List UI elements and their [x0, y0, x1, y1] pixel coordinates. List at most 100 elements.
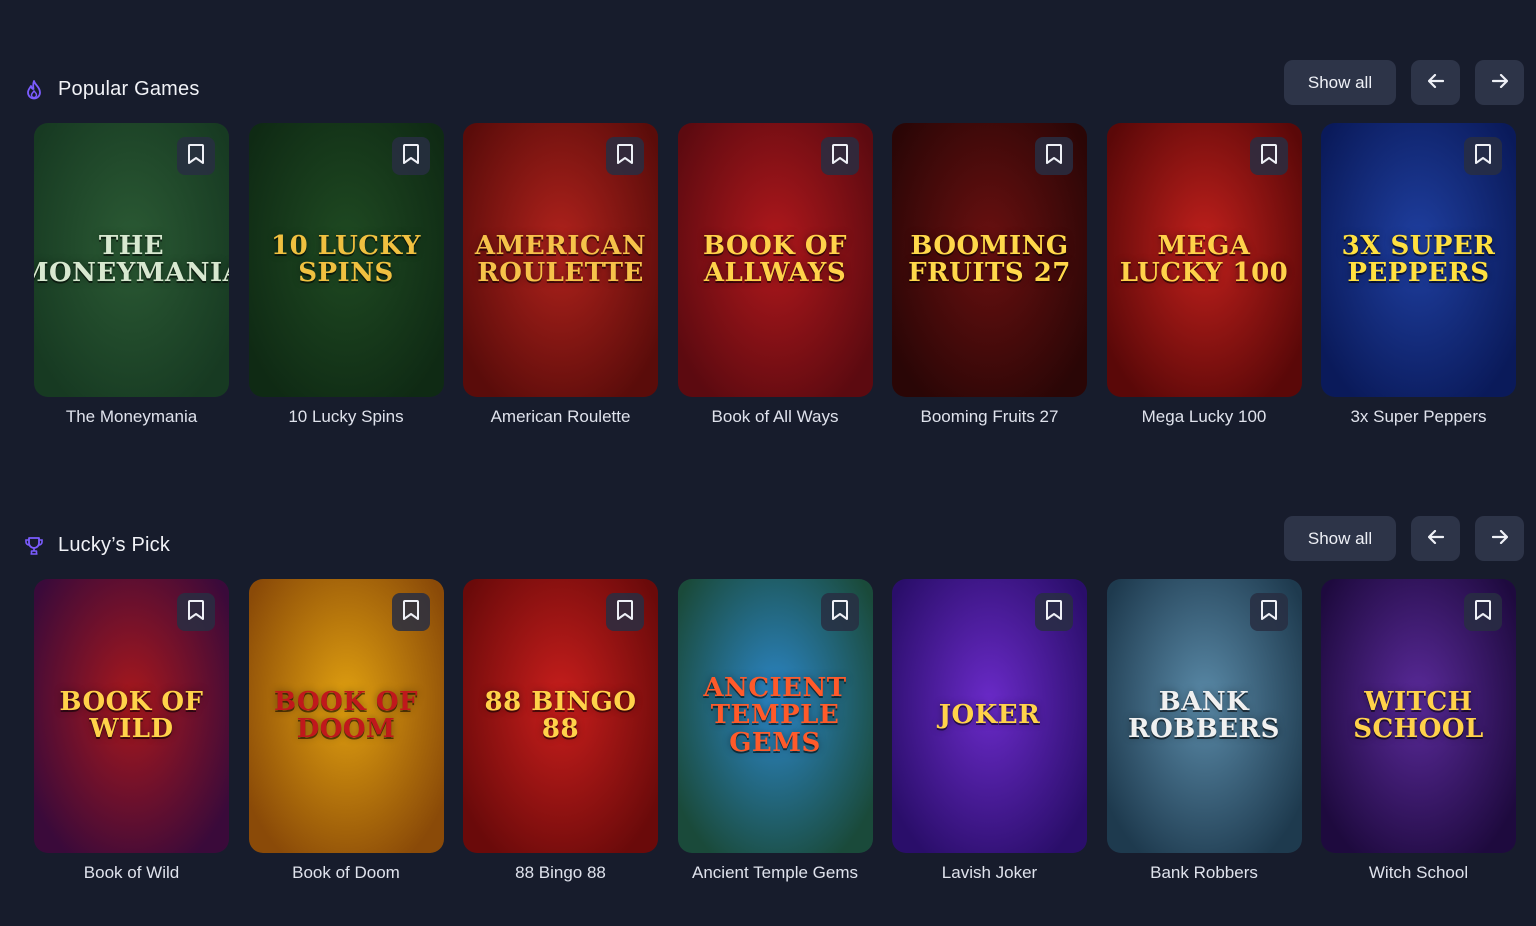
- section-header: Lucky’s Pick Show all: [0, 514, 1536, 562]
- game-card[interactable]: 10 LUCKY SPINS 10 Lucky Spins: [248, 123, 444, 427]
- game-thumbnail[interactable]: 3x SUPER PEPPERS: [1321, 123, 1516, 397]
- game-thumbnail[interactable]: 10 LUCKY SPINS: [248, 123, 444, 397]
- section-title: Lucky’s Pick: [58, 534, 171, 556]
- game-logo-text: BOOK OF WILD: [59, 686, 204, 744]
- game-thumbnail[interactable]: AMERICAN ROULETTE: [463, 123, 658, 397]
- games-row: BOOK OF WILD Book of Wild BOOK of DOOM Book…: [34, 579, 1516, 883]
- game-card[interactable]: JOKER Lavish Joker: [892, 579, 1087, 883]
- trophy-icon: [24, 536, 44, 556]
- game-logo-text: BOOK of ALLWAYS: [702, 230, 847, 288]
- bookmark-button[interactable]: [606, 593, 644, 631]
- show-all-button[interactable]: Show all: [1284, 516, 1396, 561]
- game-card[interactable]: BANK ROBBERS Bank Robbers: [1106, 579, 1302, 883]
- game-thumbnail[interactable]: BOOMING FRUITS 27: [892, 123, 1087, 397]
- bookmark-button[interactable]: [1249, 137, 1288, 175]
- game-logo-text: 88 BINGO 88: [484, 686, 637, 744]
- game-card[interactable]: BOOK OF WILD Book of Wild: [34, 579, 229, 883]
- show-all-button[interactable]: Show all: [1284, 60, 1396, 105]
- bookmark-button[interactable]: [1249, 593, 1288, 631]
- game-thumbnail[interactable]: BOOK of ALLWAYS: [677, 123, 873, 397]
- game-title[interactable]: 88 Bingo 88: [463, 863, 658, 883]
- game-logo-text: JOKER: [938, 700, 1041, 731]
- bookmark-icon: [830, 599, 850, 626]
- section-header: Popular Games Show all: [0, 58, 1536, 106]
- flame-icon: [24, 79, 44, 100]
- bookmark-button[interactable]: [820, 593, 859, 631]
- game-title[interactable]: American Roulette: [463, 407, 658, 427]
- game-card[interactable]: 88 BINGO 88 88 Bingo 88: [463, 579, 658, 883]
- bookmark-icon: [830, 143, 850, 170]
- game-logo-text: THE MONEYMANIA: [34, 230, 229, 288]
- bookmark-icon: [186, 599, 206, 626]
- game-thumbnail[interactable]: JOKER: [892, 579, 1087, 853]
- game-logo-text: BOOK of DOOM: [273, 686, 418, 744]
- game-logo-text: WITCH SCHOOL: [1353, 686, 1484, 744]
- game-title[interactable]: Lavish Joker: [892, 863, 1087, 883]
- game-thumbnail[interactable]: BOOK OF WILD: [34, 579, 229, 853]
- game-card[interactable]: WITCH SCHOOL Witch School: [1321, 579, 1516, 883]
- game-title[interactable]: Mega Lucky 100: [1107, 407, 1302, 427]
- game-logo-text: ANCIENT TEMPLE GEMS: [703, 673, 847, 758]
- game-card[interactable]: BOOK of ALLWAYS Book of All Ways: [677, 123, 873, 427]
- game-card[interactable]: THE MONEYMANIA The Moneymania: [34, 123, 229, 427]
- game-title[interactable]: The Moneymania: [34, 407, 229, 427]
- games-row: THE MONEYMANIA The Moneymania 10 LUCKY SPI…: [34, 123, 1516, 427]
- game-logo-text: BANK ROBBERS: [1128, 686, 1280, 744]
- bookmark-button[interactable]: [391, 137, 430, 175]
- bookmark-button[interactable]: [391, 593, 430, 631]
- game-card[interactable]: BOOK of DOOM Book of Doom: [248, 579, 444, 883]
- bookmark-button[interactable]: [606, 137, 644, 175]
- bookmark-button[interactable]: [1035, 593, 1073, 631]
- game-title[interactable]: 3x Super Peppers: [1321, 407, 1516, 427]
- game-thumbnail[interactable]: THE MONEYMANIA: [34, 123, 229, 397]
- game-thumbnail[interactable]: BOOK of DOOM: [248, 579, 444, 853]
- game-card[interactable]: BOOMING FRUITS 27 Booming Fruits 27: [892, 123, 1087, 427]
- section-title: Popular Games: [58, 78, 200, 100]
- bookmark-button[interactable]: [177, 593, 215, 631]
- bookmark-button[interactable]: [1464, 593, 1502, 631]
- bookmark-icon: [615, 599, 635, 626]
- game-card[interactable]: ANCIENT TEMPLE GEMS Ancient Temple Gems: [677, 579, 873, 883]
- game-title[interactable]: Booming Fruits 27: [892, 407, 1087, 427]
- bookmark-button[interactable]: [1035, 137, 1073, 175]
- bookmark-icon: [1259, 143, 1279, 170]
- arrow-right-icon: [1491, 73, 1508, 93]
- game-card[interactable]: 3x SUPER PEPPERS 3x Super Peppers: [1321, 123, 1516, 427]
- bookmark-icon: [1259, 599, 1279, 626]
- game-title[interactable]: Ancient Temple Gems: [678, 863, 873, 883]
- bookmark-button[interactable]: [1464, 137, 1502, 175]
- bookmark-icon: [1473, 143, 1493, 170]
- prev-button[interactable]: [1411, 516, 1460, 561]
- game-card[interactable]: Mega Lucky 100 Mega Lucky 100: [1106, 123, 1302, 427]
- game-logo-text: AMERICAN ROULETTE: [474, 230, 647, 288]
- section-controls: Show all: [1284, 60, 1524, 105]
- game-thumbnail[interactable]: Mega Lucky 100: [1106, 123, 1302, 397]
- game-thumbnail[interactable]: WITCH SCHOOL: [1321, 579, 1516, 853]
- game-logo-text: BOOMING FRUITS 27: [908, 230, 1071, 288]
- game-logo-text: Mega Lucky 100: [1119, 230, 1289, 288]
- game-title[interactable]: Bank Robbers: [1107, 863, 1302, 883]
- popular-games-section: Popular Games Show all THE MONEYMANIA The…: [0, 58, 1536, 426]
- game-logo-text: 3x SUPER PEPPERS: [1341, 230, 1496, 288]
- bookmark-button[interactable]: [820, 137, 859, 175]
- game-thumbnail[interactable]: 88 BINGO 88: [463, 579, 658, 853]
- bookmark-button[interactable]: [177, 137, 215, 175]
- arrow-left-icon: [1427, 73, 1444, 93]
- prev-button[interactable]: [1411, 60, 1460, 105]
- luckys-pick-section: Lucky’s Pick Show all BOOK OF WILD Book o…: [0, 514, 1536, 882]
- bookmark-icon: [186, 143, 206, 170]
- arrow-left-icon: [1427, 529, 1444, 549]
- game-title[interactable]: Book of All Ways: [678, 407, 873, 427]
- next-button[interactable]: [1475, 60, 1524, 105]
- game-thumbnail[interactable]: ANCIENT TEMPLE GEMS: [677, 579, 873, 853]
- bookmark-icon: [1044, 599, 1064, 626]
- game-card[interactable]: AMERICAN ROULETTE American Roulette: [463, 123, 658, 427]
- game-title[interactable]: 10 Lucky Spins: [249, 407, 444, 427]
- next-button[interactable]: [1475, 516, 1524, 561]
- game-thumbnail[interactable]: BANK ROBBERS: [1106, 579, 1302, 853]
- game-title[interactable]: Book of Wild: [34, 863, 229, 883]
- bookmark-icon: [615, 143, 635, 170]
- game-title[interactable]: Witch School: [1321, 863, 1516, 883]
- game-title[interactable]: Book of Doom: [249, 863, 444, 883]
- bookmark-icon: [401, 599, 421, 626]
